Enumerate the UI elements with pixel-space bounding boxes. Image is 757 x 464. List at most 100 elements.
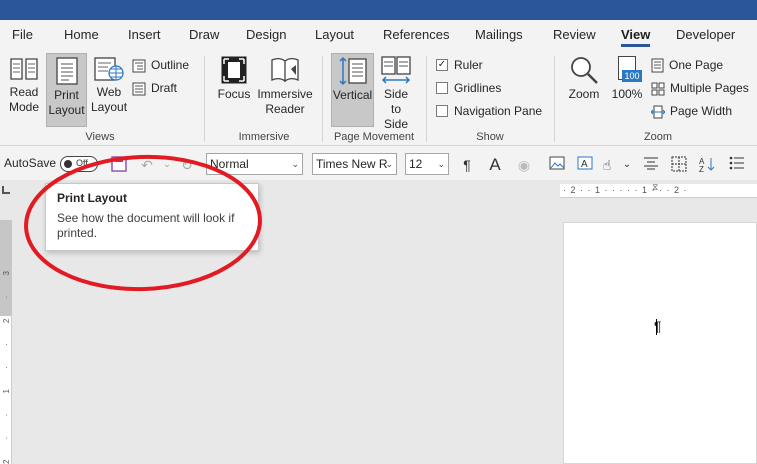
side-to-side-button[interactable]: Side to Side [376,55,416,131]
gridlines-label: Gridlines [454,81,502,95]
multiple-pages-button[interactable]: Multiple Pages [651,78,749,98]
outline-label: Outline [151,58,190,72]
style-value: Normal [210,157,249,171]
multiple-pages-label: Multiple Pages [670,81,749,95]
side-to-side-label: Side to Side [383,87,409,131]
read-mode-button[interactable]: Read Mode [4,55,44,127]
group-divider [426,56,427,142]
magnifier-icon [571,57,598,84]
touch-mode-icon[interactable]: ☝ [598,156,616,174]
tab-mailings[interactable]: Mailings [475,20,523,50]
undo-dropdown-icon[interactable]: ⌄ [158,156,176,174]
zoom-group-label: Zoom [643,131,673,143]
print-layout-button[interactable]: Print Layout [46,53,87,127]
outline-button[interactable]: Outline [132,55,189,75]
font-dropdown[interactable]: Times New R ⌄ [312,153,397,175]
tooltip-title: Print Layout [57,191,128,205]
ribbon: Read Mode Print Layout Web Layout Outlin… [0,50,757,146]
draft-icon [132,82,146,96]
group-divider [204,56,205,142]
group-divider [322,56,323,142]
outline-icon [132,59,146,73]
immersive-reader-label: Immersive Reader [257,87,313,116]
globe-page-icon [94,57,124,81]
side-to-side-icon [381,56,411,84]
check-icon: ✓ [436,58,448,71]
print-layout-tooltip: Print Layout See how the document will l… [45,183,259,251]
tab-design[interactable]: Design [246,20,286,50]
page-icon [55,57,78,85]
image-icon[interactable] [548,156,566,174]
autosave-label: AutoSave [4,156,57,170]
one-page-icon [651,58,664,73]
tab-draw[interactable]: Draw [189,20,219,50]
zoom-100-label: 100% [611,87,643,101]
svg-text:Z: Z [699,165,704,172]
immersive-reader-button[interactable]: Immersive Reader [256,55,314,127]
gridlines-checkbox[interactable]: Gridlines [436,78,501,98]
views-group-label: Views [85,131,115,143]
one-page-button[interactable]: One Page [651,55,723,75]
horizontal-ruler[interactable]: · 2 · · 1 · · · · · 1 · · · 2 · ⧖ [560,182,757,198]
ruler-label: Ruler [454,58,483,72]
tab-insert[interactable]: Insert [128,20,161,50]
web-layout-button[interactable]: Web Layout [90,55,128,127]
tab-selector-icon[interactable] [2,186,10,194]
font-size-value: 12 [409,157,423,171]
text-box-icon[interactable]: A [576,156,594,174]
align-center-icon[interactable] [642,156,660,174]
undo-icon[interactable]: ↶ [138,156,156,174]
document-page[interactable] [563,222,757,464]
bullets-icon[interactable] [728,156,746,174]
zoom-100-button[interactable]: 100 100% [608,55,646,127]
zoom-button[interactable]: Zoom [564,55,604,127]
tab-developer[interactable]: Developer [676,20,735,50]
chevron-down-icon[interactable]: ⌄ [618,156,636,174]
tab-view[interactable]: View [621,20,651,50]
borders-icon[interactable] [670,156,688,174]
tab-layout[interactable]: Layout [315,20,354,50]
vertical-scroll-icon [338,56,367,86]
chevron-down-icon: ⌄ [291,159,299,169]
navigation-pane-checkbox[interactable]: Navigation Pane [436,101,542,121]
read-mode-label: Read Mode [9,85,40,114]
vertical-button[interactable]: Vertical [331,53,374,127]
autosave-state: Off [76,158,88,168]
vertical-ruler[interactable]: 2 · · 1 · · 2 · 3 [0,220,12,464]
sort-icon[interactable]: AZ [698,156,716,174]
page-width-button[interactable]: Page Width [651,101,732,121]
font-value: Times New R [316,157,388,171]
vertical-label: Vertical [332,88,373,102]
immersive-group-label: Immersive [238,131,290,143]
focus-button[interactable]: Focus [214,55,254,127]
toggle-knob [64,160,72,168]
draft-label: Draft [151,81,178,95]
indent-marker-icon[interactable]: ⧖ [652,182,658,193]
zoom-label: Zoom [568,87,600,101]
style-dropdown[interactable]: Normal ⌄ [206,153,303,175]
tab-references[interactable]: References [383,20,449,50]
tooltip-description: See how the document will look if printe… [57,211,235,240]
focus-label: Focus [217,87,251,101]
page-width-label: Page Width [670,104,733,118]
svg-text:A: A [581,159,588,170]
web-layout-label: Web Layout [91,85,128,114]
checkbox-empty-icon [436,104,448,117]
page-width-icon [651,105,665,119]
autosave-toggle[interactable]: Off [60,156,98,172]
zoom-100-icon: 100 [614,55,642,85]
draft-button[interactable]: Draft [132,78,177,98]
save-icon[interactable] [110,156,128,174]
ruler-checkbox[interactable]: ✓ Ruler [436,55,483,75]
circle-icon[interactable]: ◉ [515,156,533,174]
pilcrow-icon[interactable]: ¶ [458,156,476,174]
ribbon-tabs: File Home Insert Draw Design Layout Refe… [0,20,757,50]
font-size-dropdown[interactable]: 12 ⌄ [405,153,449,175]
horizontal-ruler-ticks: · 2 · · 1 · · · · · 1 · · · 2 · [563,185,688,195]
tab-home[interactable]: Home [64,20,99,50]
tab-file[interactable]: File [12,20,33,50]
redo-icon[interactable]: ↻ [178,156,196,174]
tab-review[interactable]: Review [553,20,596,50]
font-color-icon[interactable]: A [486,156,504,174]
page-movement-group-label: Page Movement [333,131,415,143]
